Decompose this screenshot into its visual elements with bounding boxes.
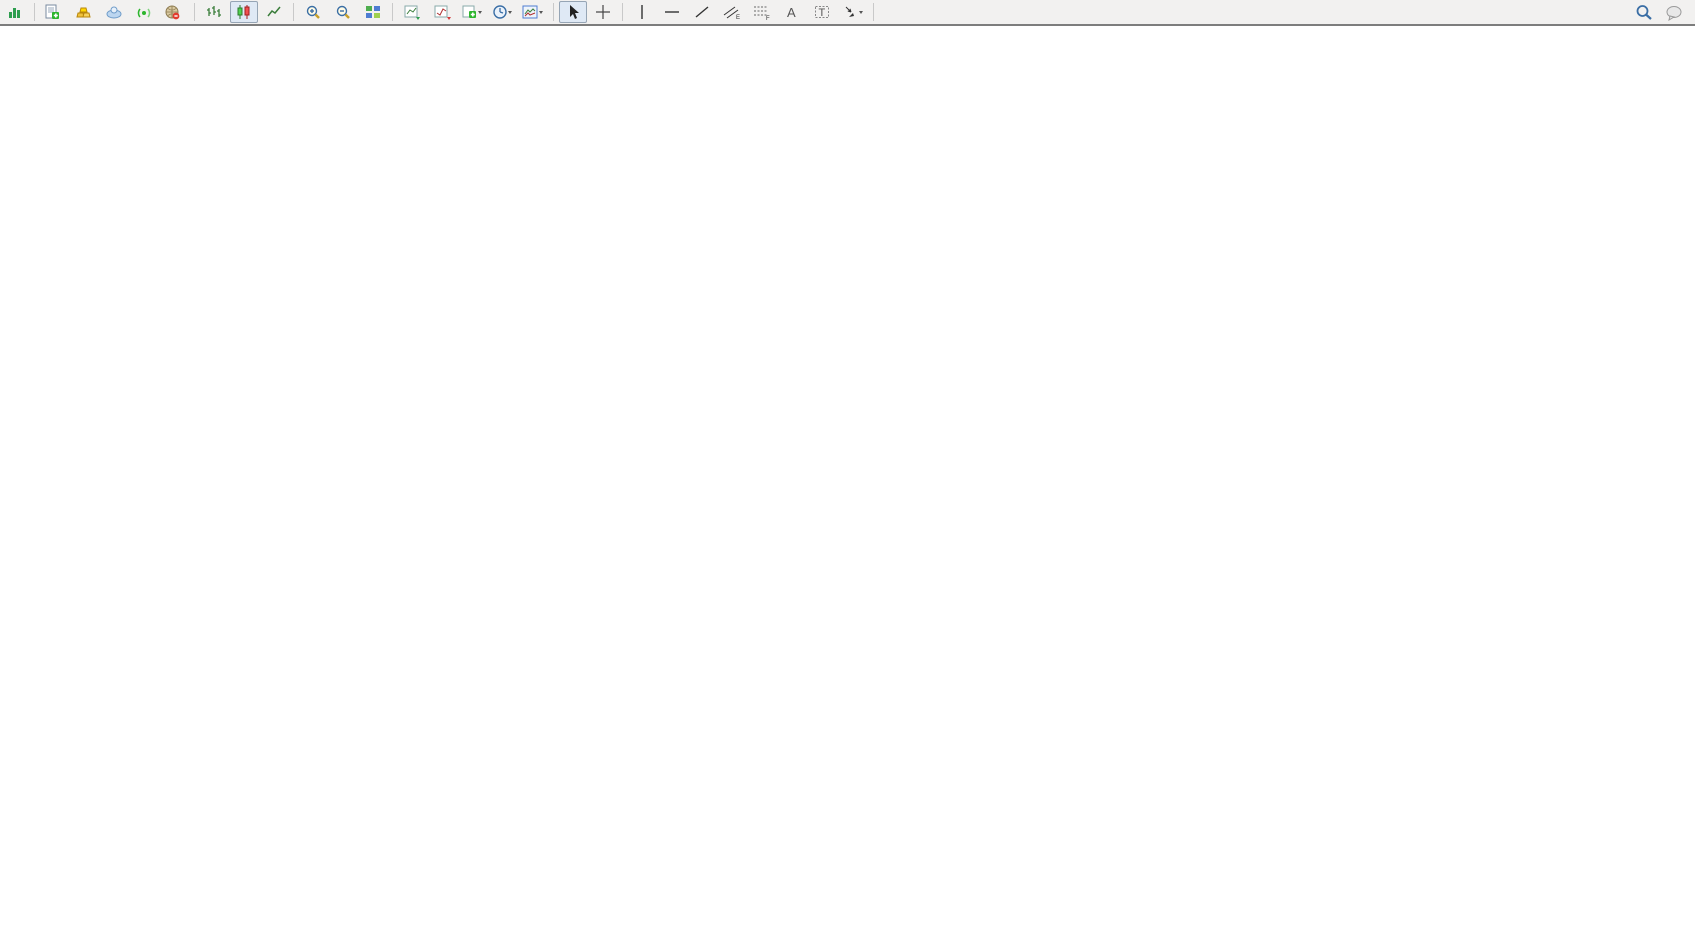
arrows-icon (842, 4, 864, 20)
chart-canvas[interactable] (0, 0, 1695, 943)
text-tool[interactable]: A (778, 1, 806, 23)
tile-windows-button[interactable] (359, 1, 387, 23)
line-chart-icon (266, 4, 282, 20)
line-chart-type-button[interactable] (260, 1, 288, 23)
indicators-list-button[interactable] (428, 1, 456, 23)
zoom-in-button[interactable] (299, 1, 327, 23)
chart-profile-button[interactable] (518, 1, 548, 23)
cursor-icon (566, 4, 581, 20)
crosshair-tool-button[interactable] (589, 1, 617, 23)
timeframes-button[interactable] (488, 1, 516, 23)
new-order-button[interactable] (40, 1, 68, 23)
svg-text:F: F (766, 16, 770, 20)
candlestick-icon (236, 4, 252, 20)
fibonacci-icon: F (753, 4, 771, 20)
gold-button[interactable] (70, 1, 98, 23)
indicator-list-icon (434, 4, 451, 20)
toolbar-separator (873, 3, 874, 21)
toolbar-separator (392, 3, 393, 21)
toolbar-separator (622, 3, 623, 21)
vertical-line-icon (636, 4, 648, 20)
toolbar-separator (34, 3, 35, 21)
channel-icon: E (723, 4, 741, 20)
search-button[interactable] (1630, 1, 1658, 23)
signal-icon (135, 4, 153, 20)
chat-bubble-icon (1665, 4, 1683, 21)
bar-chart-icon (206, 4, 222, 20)
text-icon: A (785, 4, 799, 20)
new-order-icon (44, 4, 60, 20)
chart-columns-icon (7, 4, 23, 20)
crosshair-icon (595, 4, 611, 20)
add-indicator-button[interactable] (458, 1, 486, 23)
toolbar-separator (293, 3, 294, 21)
svg-text:T: T (819, 7, 826, 19)
horizontal-line-tool[interactable] (658, 1, 686, 23)
candlestick-type-button[interactable] (230, 1, 258, 23)
zoom-in-icon (305, 4, 322, 20)
zoom-out-icon (335, 4, 352, 20)
trendline-tool[interactable] (688, 1, 716, 23)
text-label-tool[interactable]: T (808, 1, 836, 23)
cloud-user-icon (105, 4, 123, 20)
vertical-line-tool[interactable] (628, 1, 656, 23)
svg-text:E: E (736, 15, 740, 20)
auto-trading-icon (164, 4, 181, 20)
notifications-button[interactable] (1660, 1, 1688, 23)
indicator-chart-icon (404, 4, 421, 20)
search-icon (1635, 4, 1653, 21)
fibonacci-tool[interactable]: F (748, 1, 776, 23)
clock-icon (492, 4, 512, 20)
chart-profile-icon (522, 4, 544, 20)
signal-button[interactable] (130, 1, 158, 23)
indicators-window-button[interactable] (398, 1, 426, 23)
cursor-tool-button[interactable] (559, 1, 587, 23)
mini-chart-icon[interactable] (1, 1, 29, 23)
text-label-icon: T (814, 4, 830, 20)
bar-chart-type-button[interactable] (200, 1, 228, 23)
auto-trading-button[interactable] (160, 1, 189, 23)
add-indicator-icon (462, 4, 482, 20)
arrows-tool[interactable] (838, 1, 868, 23)
zoom-out-button[interactable] (329, 1, 357, 23)
community-button[interactable] (100, 1, 128, 23)
gold-bars-icon (75, 4, 93, 20)
horizontal-line-icon (664, 4, 680, 20)
toolbar-separator (553, 3, 554, 21)
tile-windows-icon (365, 4, 381, 20)
trendline-icon (694, 4, 710, 20)
toolbar-separator (194, 3, 195, 21)
main-toolbar: E F A T (0, 0, 1695, 26)
equidistant-channel-tool[interactable]: E (718, 1, 746, 23)
svg-text:A: A (787, 5, 796, 20)
